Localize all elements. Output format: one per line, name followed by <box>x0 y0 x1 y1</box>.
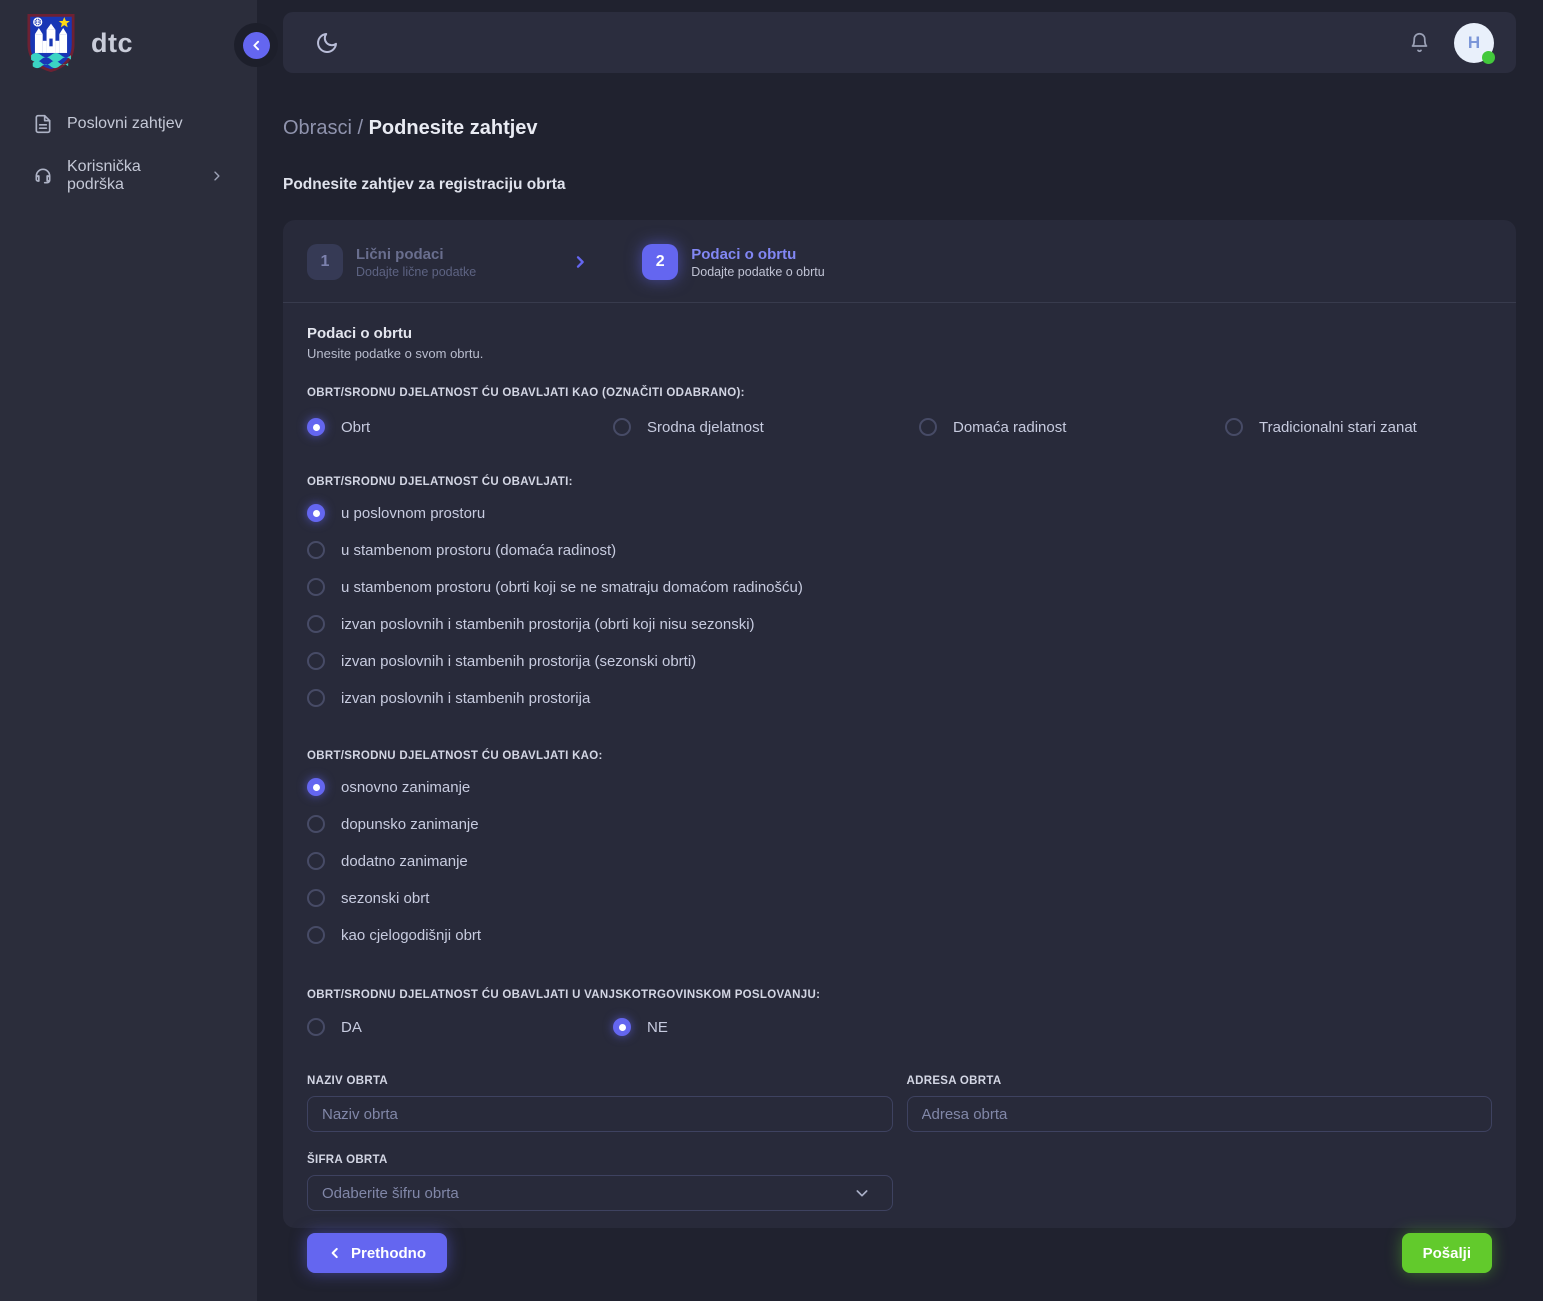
radio[interactable] <box>307 541 325 559</box>
sidebar-item-label: Poslovni zahtjev <box>67 115 183 133</box>
radio[interactable] <box>307 1018 325 1036</box>
step-wizard: 1 Lični podaci Dodajte lične podatke 2 P… <box>307 244 1492 280</box>
step-1-badge: 1 <box>307 244 343 280</box>
sidebar-item-label: Korisnička podrška <box>67 158 196 194</box>
radio[interactable] <box>307 578 325 596</box>
radio-option-stambeni-domaca[interactable]: u stambenom prostoru (domaća radinost) <box>307 538 1492 562</box>
logo-text: dtc <box>91 28 133 59</box>
radio-group-djelatnost-kao: OBRT/SRODNU DJELATNOST ĆU OBAVLJATI KAO … <box>307 387 1492 439</box>
headset-icon <box>33 166 53 186</box>
form-heading: Podaci o obrtu <box>307 325 1492 342</box>
wizard-step-1[interactable]: 1 Lični podaci Dodajte lične podatke <box>307 244 476 280</box>
step-1-title: Lični podaci <box>356 246 476 263</box>
sidebar: dtc Poslovni zahtjev Korisnička podrška <box>0 0 257 1301</box>
radio-option-da[interactable]: DA <box>307 1015 613 1039</box>
chevron-left-icon <box>250 39 263 52</box>
radio[interactable] <box>919 418 937 436</box>
radio[interactable] <box>307 852 325 870</box>
radio-group-vanjskotrgovinsko: OBRT/SRODNU DJELATNOST ĆU OBAVLJATI U VA… <box>307 989 1492 1039</box>
group-label: OBRT/SRODNU DJELATNOST ĆU OBAVLJATI U VA… <box>307 989 1492 1001</box>
wizard-step-2[interactable]: 2 Podaci o obrtu Dodajte podatke o obrtu <box>642 244 824 280</box>
radio-selected[interactable] <box>307 778 325 796</box>
radio[interactable] <box>307 652 325 670</box>
radio[interactable] <box>613 418 631 436</box>
field-sifra-obrta: ŠIFRA OBRTA Odaberite šifru obrta <box>307 1154 893 1211</box>
divider <box>283 302 1516 303</box>
field-naziv-obrta: NAZIV OBRTA <box>307 1075 893 1132</box>
page-title: Podnesite zahtjev za registraciju obrta <box>283 176 1516 194</box>
document-icon <box>33 114 53 134</box>
group-label: OBRT/SRODNU DJELATNOST ĆU OBAVLJATI: <box>307 476 1492 488</box>
group-label: OBRT/SRODNU DJELATNOST ĆU OBAVLJATI KAO … <box>307 387 1492 399</box>
radio[interactable] <box>307 815 325 833</box>
breadcrumb: Obrasci / Podnesite zahtjev <box>283 117 1516 140</box>
radio[interactable] <box>307 889 325 907</box>
sidebar-collapse-button[interactable] <box>243 32 270 59</box>
radio-group-mjesto-obavljanja: OBRT/SRODNU DJELATNOST ĆU OBAVLJATI: u p… <box>307 476 1492 710</box>
field-label: NAZIV OBRTA <box>307 1075 893 1087</box>
adresa-obrta-input[interactable] <box>907 1096 1493 1132</box>
radio-option-tradicionalni-stari-zanat[interactable]: Tradicionalni stari zanat <box>1225 415 1492 439</box>
radio-option-obrt[interactable]: Obrt <box>307 415 613 439</box>
radio-option-dodatno-zanimanje[interactable]: dodatno zanimanje <box>307 849 1492 873</box>
sidebar-item-poslovni-zahtjev[interactable]: Poslovni zahtjev <box>0 102 257 146</box>
form-subheading: Unesite podatke o svom obrtu. <box>307 346 1492 361</box>
chevron-right-icon <box>572 254 588 270</box>
radio-option-poslovni-prostor[interactable]: u poslovnom prostoru <box>307 501 1492 525</box>
moon-icon[interactable] <box>315 31 339 55</box>
radio-option-izvan-prostorija[interactable]: izvan poslovnih i stambenih prostorija <box>307 686 1492 710</box>
chevron-down-icon <box>854 1185 870 1201</box>
sidebar-item-korisnicka-podrska[interactable]: Korisnička podrška <box>0 146 257 206</box>
bell-icon[interactable] <box>1409 32 1430 53</box>
user-avatar[interactable]: H <box>1454 23 1494 63</box>
step-2-subtitle: Dodajte podatke o obrtu <box>691 265 824 279</box>
sidebar-menu: Poslovni zahtjev Korisnička podrška <box>0 102 257 206</box>
radio-option-ne[interactable]: NE <box>613 1015 1492 1039</box>
form-actions: Prethodno Pošalji <box>307 1233 1492 1273</box>
radio-option-izvan-nisu-sezonski[interactable]: izvan poslovnih i stambenih prostorija (… <box>307 612 1492 636</box>
sidebar-collapse-ring <box>234 23 278 67</box>
radio-option-izvan-sezonski[interactable]: izvan poslovnih i stambenih prostorija (… <box>307 649 1492 673</box>
radio[interactable] <box>307 615 325 633</box>
previous-button[interactable]: Prethodno <box>307 1233 447 1273</box>
radio-option-stambeni-ne-domaca[interactable]: u stambenom prostoru (obrti koji se ne s… <box>307 575 1492 599</box>
online-status-dot <box>1482 51 1495 64</box>
breadcrumb-current: Podnesite zahtjev <box>369 117 538 139</box>
breadcrumb-parent[interactable]: Obrasci / <box>283 117 363 139</box>
field-label: ŠIFRA OBRTA <box>307 1154 893 1166</box>
radio-selected[interactable] <box>307 504 325 522</box>
step-2-badge: 2 <box>642 244 678 280</box>
avatar-initial: H <box>1468 33 1480 53</box>
fields-row: NAZIV OBRTA ADRESA OBRTA <box>307 1075 1492 1132</box>
radio[interactable] <box>1225 418 1243 436</box>
main-content: H Obrasci / Podnesite zahtjev Podnesite … <box>257 0 1543 1301</box>
radio-option-cjelogodisnji-obrt[interactable]: kao cjelogodišnji obrt <box>307 923 1492 947</box>
logo[interactable]: dtc <box>0 0 257 74</box>
field-adresa-obrta: ADRESA OBRTA <box>907 1075 1493 1132</box>
city-coat-of-arms-icon <box>25 12 77 74</box>
radio[interactable] <box>307 926 325 944</box>
radio-group-zanimanje: OBRT/SRODNU DJELATNOST ĆU OBAVLJATI KAO:… <box>307 750 1492 947</box>
radio[interactable] <box>307 689 325 707</box>
step-1-subtitle: Dodajte lične podatke <box>356 265 476 279</box>
sifra-obrta-select[interactable]: Odaberite šifru obrta <box>307 1175 893 1211</box>
naziv-obrta-input[interactable] <box>307 1096 893 1132</box>
chevron-left-icon <box>328 1246 342 1260</box>
radio-selected[interactable] <box>307 418 325 436</box>
group-label: OBRT/SRODNU DJELATNOST ĆU OBAVLJATI KAO: <box>307 750 1492 762</box>
step-2-title: Podaci o obrtu <box>691 246 824 263</box>
select-placeholder: Odaberite šifru obrta <box>322 1185 459 1202</box>
radio-option-domaca-radinost[interactable]: Domaća radinost <box>919 415 1225 439</box>
radio-option-osnovno-zanimanje[interactable]: osnovno zanimanje <box>307 775 1492 799</box>
form-card: 1 Lični podaci Dodajte lične podatke 2 P… <box>283 220 1516 1228</box>
radio-option-srodna-djelatnost[interactable]: Srodna djelatnost <box>613 415 919 439</box>
radio-option-sezonski-obrt[interactable]: sezonski obrt <box>307 886 1492 910</box>
topbar: H <box>283 12 1516 73</box>
field-label: ADRESA OBRTA <box>907 1075 1493 1087</box>
chevron-right-icon <box>210 169 223 183</box>
radio-selected[interactable] <box>613 1018 631 1036</box>
submit-button[interactable]: Pošalji <box>1402 1233 1492 1273</box>
radio-option-dopunsko-zanimanje[interactable]: dopunsko zanimanje <box>307 812 1492 836</box>
